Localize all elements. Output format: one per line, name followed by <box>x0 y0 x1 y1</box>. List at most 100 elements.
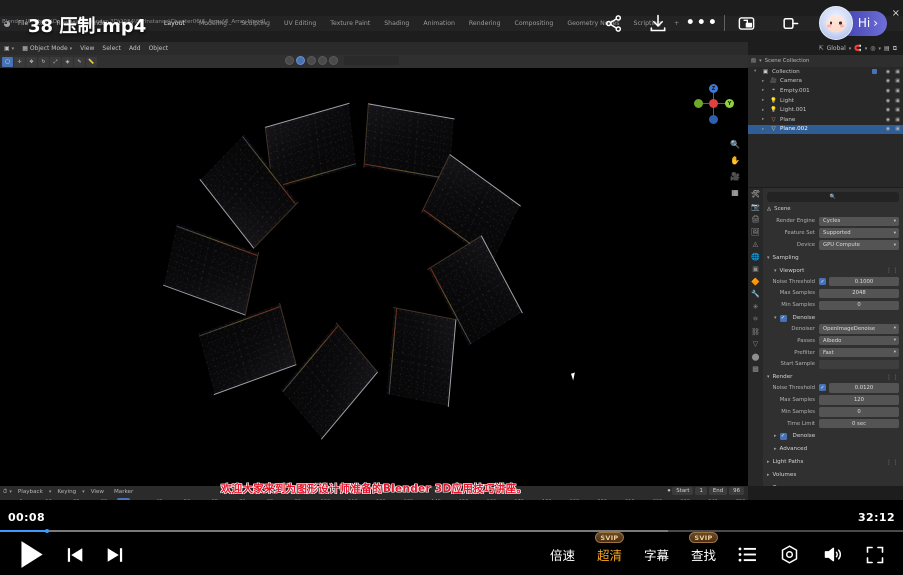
properties-tab-texture[interactable]: ▩ <box>752 365 759 373</box>
previous-button[interactable] <box>67 546 84 564</box>
workspace-tab-uv-editing[interactable]: UV Editing <box>277 20 323 27</box>
render-min-samples-row[interactable]: Min Samples 0 <box>767 407 899 418</box>
outliner-row-plane[interactable]: ▸ ▽ Plane ◉▣ <box>748 115 903 125</box>
timeline-menu-marker[interactable]: Marker <box>110 489 137 495</box>
auto-key-icon[interactable]: ⏺ <box>668 488 671 495</box>
viewport-menu-add[interactable]: Add <box>125 45 145 52</box>
viewport-denoise-section-header[interactable]: ▾ ✓ Denoise <box>767 313 899 324</box>
properties-tab-view-layer[interactable]: 🖼 <box>751 228 760 236</box>
noise-threshold-checkbox[interactable]: ✓ <box>819 278 826 285</box>
disclosure-triangle-icon[interactable]: ▸ <box>762 88 767 93</box>
tool-annotate-icon[interactable]: ✎ <box>74 57 85 67</box>
render-section-header[interactable]: ▾ Render ⋮⋮ <box>767 372 899 383</box>
render-noise-threshold-value[interactable]: 0.0120 <box>829 383 899 393</box>
eye-icon[interactable]: ◉ <box>886 98 890 104</box>
timeline-editor-icon[interactable]: ⏱ <box>3 489 7 496</box>
timeline-menu-playback[interactable]: Playback <box>14 489 47 495</box>
editor-type-selector[interactable]: ▣ ▾ <box>0 45 18 52</box>
disclosure-triangle-icon[interactable]: ▸ <box>762 79 767 84</box>
collapsed-curves-header[interactable]: ▸ Curves <box>767 483 899 486</box>
shading-solid-icon[interactable] <box>296 56 305 65</box>
overlay-toggle-icon[interactable]: ▤ <box>884 45 890 52</box>
cast-icon[interactable] <box>769 0 813 46</box>
search-button[interactable]: SVIP 查找 <box>691 545 716 564</box>
speed-button[interactable]: 倍速 <box>550 545 575 564</box>
denoise-passes-row[interactable]: Passes Albedo▾ <box>767 335 899 346</box>
timeline-menu-keying[interactable]: Keying <box>53 489 80 495</box>
3d-viewport[interactable]: Y Z 🔍 ✋ 🎥 ▦ <box>0 68 748 486</box>
gizmo-axis-x-pos[interactable]: Y <box>725 99 734 108</box>
collapsed-advanced-header[interactable]: ▸ Advanced <box>767 444 899 455</box>
tool-cursor-icon[interactable]: ✛ <box>14 57 25 67</box>
device-value[interactable]: GPU Compute▾ <box>819 240 899 250</box>
render-max-samples-value[interactable]: 120 <box>819 395 899 405</box>
proportional-edit-icon[interactable]: ◎ <box>870 45 875 52</box>
eye-icon[interactable]: ◉ <box>886 126 890 132</box>
render-max-samples-row[interactable]: Max Samples 120 <box>767 395 899 406</box>
subtitle-button[interactable]: 字幕 <box>644 545 669 564</box>
visibility-controls[interactable]: ◉▣ <box>886 69 900 75</box>
collapsed-denoise-header[interactable]: ▸ ✓ Denoise <box>767 431 899 442</box>
outliner-row-collection[interactable]: ▾ ▣ Collection ◉▣ <box>748 67 903 77</box>
device-row[interactable]: Device GPU Compute▾ <box>767 240 899 251</box>
tool-rotate-icon[interactable]: ↻ <box>38 57 49 67</box>
eye-icon[interactable]: ◉ <box>886 88 890 94</box>
viewport-search-field[interactable] <box>344 56 399 65</box>
tool-transform-icon[interactable]: ◈ <box>62 57 73 67</box>
denoiser-value[interactable]: OpenImageDenoise▾ <box>819 324 899 334</box>
properties-tab-object[interactable]: 🔶 <box>751 278 760 286</box>
properties-tab-constraints[interactable]: ⛓ <box>751 328 760 336</box>
collapsed-volumes-header[interactable]: ▸ Volumes <box>767 470 899 481</box>
render-time-limit-value[interactable]: 0 sec <box>819 419 899 429</box>
camera-render-icon[interactable]: ▣ <box>895 107 900 113</box>
object-mode-selector[interactable]: ▦ Object Mode ▾ <box>18 45 76 52</box>
disclosure-triangle-icon[interactable]: ▸ <box>762 127 767 132</box>
outliner-editor-icon[interactable]: ▤ <box>751 58 756 64</box>
denoise-prefilter-row[interactable]: Prefilter Fast▾ <box>767 347 899 358</box>
properties-tab-modifiers[interactable]: 🔧 <box>751 290 760 298</box>
gizmo-axis-origin[interactable] <box>709 99 718 108</box>
render-noise-threshold-row[interactable]: Noise Threshold ✓ 0.0120 <box>767 383 899 394</box>
assistant-avatar-pill[interactable]: Hi › <box>819 9 887 37</box>
properties-tab-physics[interactable]: ⚛ <box>752 315 758 323</box>
transform-orientation-label[interactable]: Global <box>827 45 846 52</box>
settings-icon[interactable] <box>779 544 800 565</box>
progress-bar[interactable] <box>0 529 903 533</box>
eye-icon[interactable]: ◉ <box>886 78 890 84</box>
properties-search-input[interactable]: 🔍 <box>767 192 899 202</box>
properties-tab-world[interactable]: 🌐 <box>751 253 760 261</box>
volume-icon[interactable] <box>822 544 843 565</box>
disclosure-triangle-icon[interactable]: ▾ <box>754 69 759 74</box>
shading-material-icon[interactable] <box>307 56 316 65</box>
camera-render-icon[interactable]: ▣ <box>895 126 900 132</box>
render-time-limit-row[interactable]: Time Limit 0 sec <box>767 418 899 429</box>
sampling-section-header[interactable]: ▾ Sampling <box>767 252 899 263</box>
workspace-tab-rendering[interactable]: Rendering <box>462 20 508 27</box>
playlist-icon[interactable] <box>738 547 757 562</box>
timeline-menu-view[interactable]: View <box>87 489 108 495</box>
snap-icon[interactable]: 🧲 <box>854 45 861 52</box>
camera-render-icon[interactable]: ▣ <box>895 69 900 75</box>
eye-icon[interactable]: ◉ <box>886 117 890 123</box>
close-icon[interactable]: × <box>892 8 900 19</box>
next-button[interactable] <box>106 546 123 564</box>
outliner-row-empty[interactable]: ▸ ⌖ Empty.001 ◉▣ <box>748 86 903 96</box>
denoise-checkbox[interactable]: ✓ <box>780 315 787 322</box>
shading-options-icon[interactable] <box>329 56 338 65</box>
feature-set-value[interactable]: Supported▾ <box>819 228 899 238</box>
camera-render-icon[interactable]: ▣ <box>895 88 900 94</box>
camera-render-icon[interactable]: ▣ <box>895 78 900 84</box>
camera-render-icon[interactable]: ▣ <box>895 117 900 123</box>
properties-tab-render[interactable]: 📷 <box>751 203 760 211</box>
prefilter-value[interactable]: Fast▾ <box>819 348 899 358</box>
navigation-gizmo[interactable]: Y Z <box>692 82 736 126</box>
viewport-min-samples-row[interactable]: Min Samples 0 <box>767 300 899 311</box>
properties-tab-data[interactable]: ▽ <box>753 340 758 348</box>
zoom-icon[interactable]: 🔍 <box>730 140 740 149</box>
viewport-menu-view[interactable]: View <box>76 45 98 52</box>
disclosure-triangle-icon[interactable]: ▸ <box>762 108 767 113</box>
tool-move-icon[interactable]: ✥ <box>26 57 37 67</box>
download-icon[interactable] <box>636 0 680 46</box>
passes-value[interactable]: Albedo▾ <box>819 336 899 346</box>
workspace-tab-shading[interactable]: Shading <box>377 20 416 27</box>
